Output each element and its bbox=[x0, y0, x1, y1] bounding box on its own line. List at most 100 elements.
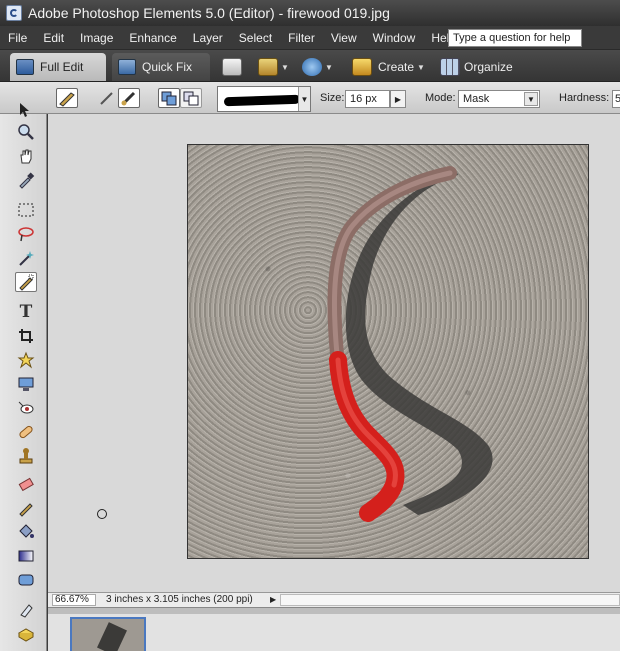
brush-mode-button[interactable] bbox=[118, 88, 140, 108]
selection-brush-icon bbox=[19, 274, 34, 291]
menu-file[interactable]: File bbox=[8, 31, 27, 45]
tab-full-edit[interactable]: Full Edit bbox=[10, 53, 106, 81]
eraser-icon bbox=[18, 477, 34, 492]
eraser-tool[interactable] bbox=[15, 474, 37, 494]
tool-preset-button[interactable] bbox=[56, 88, 78, 108]
marquee-tool[interactable] bbox=[15, 200, 37, 220]
paint-bucket-tool[interactable] bbox=[15, 522, 37, 542]
lasso-icon bbox=[18, 227, 34, 242]
move-icon bbox=[20, 103, 29, 117]
star-icon bbox=[17, 351, 35, 369]
brush-stroke-preview bbox=[223, 94, 301, 107]
project-bin-toggle[interactable] bbox=[48, 607, 620, 614]
share-icon bbox=[258, 58, 278, 76]
cookie-cutter-tool[interactable] bbox=[15, 350, 37, 370]
menu-layer[interactable]: Layer bbox=[193, 31, 223, 45]
lasso-tool[interactable] bbox=[15, 224, 37, 244]
organize-button[interactable]: Organize bbox=[440, 56, 513, 78]
menu-filter[interactable]: Filter bbox=[288, 31, 315, 45]
smudge-icon bbox=[20, 604, 33, 618]
brush-cursor bbox=[97, 509, 107, 519]
app-icon bbox=[6, 5, 22, 21]
tab-full-edit-label: Full Edit bbox=[40, 60, 84, 74]
title-bar: Adobe Photoshop Elements 5.0 (Editor) - … bbox=[0, 0, 620, 26]
move-tool[interactable] bbox=[15, 100, 37, 120]
menu-select[interactable]: Select bbox=[239, 31, 272, 45]
create-dropdown-icon: ▼ bbox=[417, 62, 425, 72]
zoom-field[interactable]: 66.67% bbox=[52, 594, 96, 606]
clone-stamp-tool[interactable] bbox=[15, 446, 37, 466]
magic-wand-tool[interactable] bbox=[15, 248, 37, 268]
email-dropdown-icon: ▼ bbox=[325, 62, 333, 72]
healing-brush-tool[interactable] bbox=[15, 422, 37, 442]
mode-dropdown-icon: ▼ bbox=[524, 92, 538, 106]
horizontal-scrollbar[interactable] bbox=[280, 594, 620, 606]
worm-photo bbox=[327, 166, 493, 522]
pencil-icon bbox=[100, 92, 113, 105]
full-edit-icon bbox=[16, 59, 34, 75]
zoom-tool[interactable] bbox=[15, 122, 37, 142]
blur-tool[interactable] bbox=[15, 600, 37, 620]
hardness-label: Hardness: bbox=[559, 92, 610, 104]
image-thumbnail[interactable] bbox=[70, 617, 146, 651]
mode-bar: Full Edit Quick Fix ▼ ▼ Create ▼ Organiz… bbox=[0, 50, 620, 82]
type-tool[interactable]: T bbox=[15, 302, 37, 322]
print-icon bbox=[222, 58, 242, 76]
thumbnail-shadow bbox=[97, 622, 127, 651]
add-selection-icon bbox=[161, 91, 177, 106]
add-to-selection-button[interactable] bbox=[158, 88, 180, 108]
print-button[interactable] bbox=[222, 56, 242, 78]
crop-tool[interactable] bbox=[15, 326, 37, 346]
red-eye-tool[interactable] bbox=[15, 374, 37, 394]
toolbox: T bbox=[0, 103, 47, 651]
document-image[interactable] bbox=[187, 144, 589, 559]
email-button[interactable]: ▼ bbox=[302, 56, 333, 78]
info-menu-arrow-icon[interactable]: ▶ bbox=[270, 594, 276, 606]
menu-bar: File Edit Image Enhance Layer Select Fil… bbox=[0, 26, 620, 50]
pencil-tool[interactable] bbox=[15, 498, 37, 518]
shape-tool[interactable] bbox=[15, 570, 37, 590]
hardness-input[interactable]: 55 bbox=[612, 90, 620, 108]
zoom-icon bbox=[18, 124, 34, 140]
window-title: Adobe Photoshop Elements 5.0 (Editor) - … bbox=[28, 5, 390, 21]
tab-quick-fix-label: Quick Fix bbox=[142, 60, 193, 74]
share-button[interactable]: ▼ bbox=[258, 56, 289, 78]
gradient-tool[interactable] bbox=[15, 546, 37, 566]
brush-dropdown-icon: ▼ bbox=[298, 87, 310, 111]
size-input[interactable]: 16 px bbox=[345, 90, 390, 108]
menu-view[interactable]: View bbox=[331, 31, 357, 45]
paint-bucket-icon bbox=[19, 524, 34, 538]
type-icon: T bbox=[19, 302, 33, 322]
canvas-area[interactable] bbox=[48, 114, 620, 592]
help-search-input[interactable]: Type a question for help bbox=[448, 29, 582, 47]
crop-icon bbox=[19, 329, 33, 343]
document-info: 3 inches x 3.105 inches (200 ppi) bbox=[106, 594, 253, 605]
eyedropper-tool[interactable] bbox=[15, 170, 37, 190]
bandage-icon bbox=[19, 425, 33, 439]
gradient-icon bbox=[18, 550, 34, 562]
menu-edit[interactable]: Edit bbox=[43, 31, 64, 45]
marquee-icon bbox=[18, 203, 34, 217]
brush-preset-icon bbox=[59, 92, 75, 107]
selection-brush-tool[interactable] bbox=[15, 272, 37, 292]
stamp-icon bbox=[19, 448, 33, 464]
tab-quick-fix[interactable]: Quick Fix bbox=[112, 53, 210, 81]
menu-enhance[interactable]: Enhance bbox=[129, 31, 176, 45]
project-bin bbox=[48, 614, 620, 651]
pencil-mode-button[interactable] bbox=[96, 88, 118, 108]
mode-select[interactable]: Mask ▼ bbox=[458, 90, 540, 108]
brush-picker[interactable]: ▼ bbox=[217, 86, 311, 112]
eyedropper-icon bbox=[19, 172, 35, 189]
email-icon bbox=[302, 58, 322, 76]
menu-image[interactable]: Image bbox=[80, 31, 113, 45]
sponge-tool[interactable] bbox=[15, 624, 37, 644]
hand-tool[interactable] bbox=[15, 146, 37, 166]
monitor-icon bbox=[18, 377, 34, 391]
size-slider-button[interactable]: ▶ bbox=[390, 90, 406, 108]
spot-healing-tool[interactable] bbox=[15, 398, 37, 418]
magic-wand-icon bbox=[19, 251, 34, 266]
create-button[interactable]: Create ▼ bbox=[352, 56, 425, 78]
menu-window[interactable]: Window bbox=[373, 31, 416, 45]
subtract-selection-icon bbox=[183, 91, 199, 106]
subtract-from-selection-button[interactable] bbox=[180, 88, 202, 108]
